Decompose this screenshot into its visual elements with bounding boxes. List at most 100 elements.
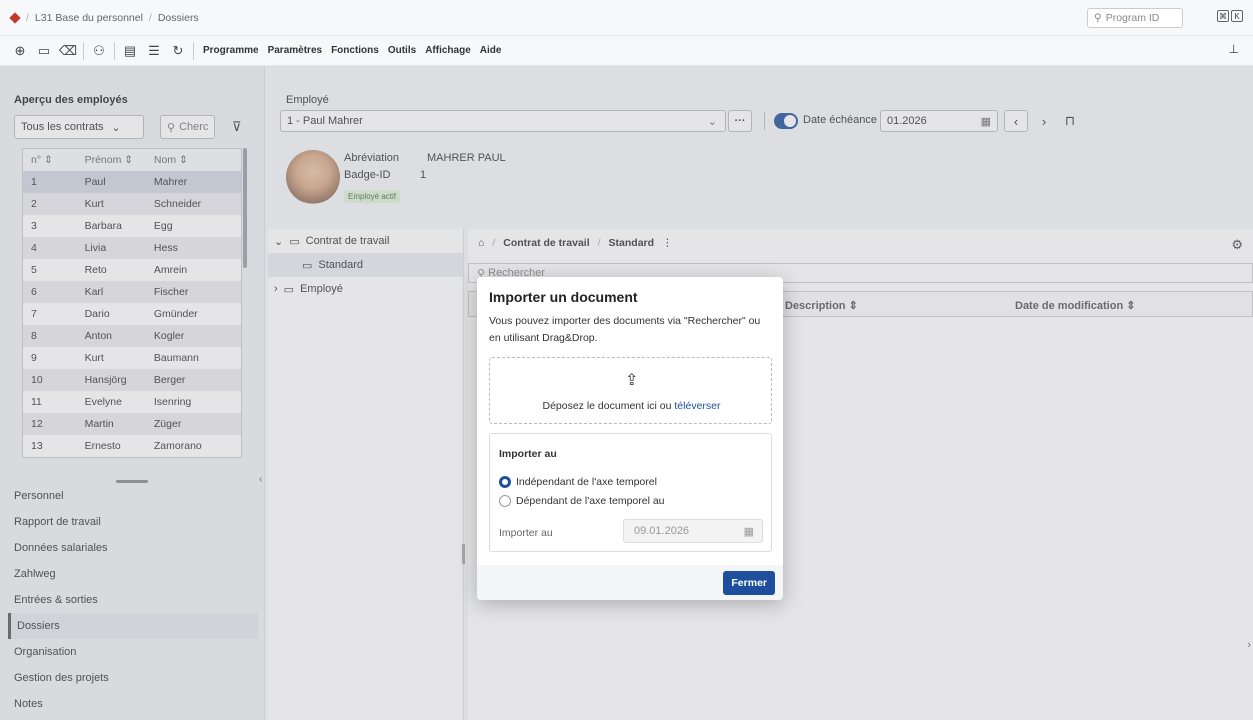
table-row[interactable]: 9 Kurt Baumann (23, 347, 241, 369)
import-date-input: 09.01.2026 ▦ (623, 519, 763, 543)
column-header-lastname[interactable]: Nom ⇕ (152, 154, 241, 166)
upload-link[interactable]: téléverser (674, 400, 720, 412)
radio-dependent[interactable]: Dépendant de l'axe temporel au (499, 493, 769, 509)
sidebar-item-dossiers[interactable]: Dossiers (8, 613, 258, 639)
expand-panel-icon[interactable]: › (1247, 639, 1251, 651)
breadcrumb-contrat[interactable]: Contrat de travail (503, 237, 589, 249)
date-input[interactable]: 01.2026 ▦ (880, 110, 998, 132)
more-vertical-icon[interactable]: ⋮ (662, 237, 673, 249)
pin-icon[interactable]: ⊥ (1229, 42, 1239, 56)
gear-icon[interactable]: ⚙ (1231, 237, 1243, 253)
cell-firstname: Anton (84, 330, 113, 342)
tree-node-standard[interactable]: ▭ Standard (268, 253, 463, 277)
import-document-dialog: Importer un document Vous pouvez importe… (477, 277, 783, 600)
menu-aide[interactable]: Aide (480, 45, 502, 56)
cell-firstname: Kurt (84, 352, 104, 364)
column-header-description[interactable]: Description ⇕ (785, 299, 858, 312)
menu-parametres[interactable]: Paramètres (268, 45, 322, 56)
user-icon[interactable]: ⚇ (87, 40, 111, 62)
file-upload-icon: ⇪ (625, 372, 639, 389)
column-header-date[interactable]: Date de modification ⇕ (1015, 299, 1135, 312)
cell-firstname: Barbara (84, 220, 122, 232)
date-toggle[interactable] (774, 113, 798, 129)
employee-select[interactable]: 1 - Paul Mahrer ⌄ (280, 110, 726, 132)
table-row[interactable]: 1 Paul Mahrer (23, 171, 241, 193)
sidebar-item-personnel[interactable]: Personnel (8, 483, 258, 509)
document-icon[interactable]: ▤ (118, 40, 142, 62)
next-button[interactable]: › (1032, 110, 1056, 132)
delete-icon[interactable]: ⌫ (56, 40, 80, 62)
breadcrumb-item-base[interactable]: L31 Base du personnel (35, 12, 143, 24)
cell-firstname: Evelyne (84, 396, 122, 408)
table-row[interactable]: 11 Evelyne Isenring (23, 391, 241, 413)
list-icon[interactable]: ☰ (142, 40, 166, 62)
menu-outils[interactable]: Outils (388, 45, 416, 56)
file-drop-zone[interactable]: ⇪ Déposez le document ici ou téléverser (489, 357, 772, 424)
program-search-input[interactable]: ⚲ Program ID (1087, 8, 1183, 28)
table-row[interactable]: 7 Dario Gmünder (23, 303, 241, 325)
save-icon[interactable]: ▭ (32, 40, 56, 62)
search-icon: ⚲ (1094, 12, 1102, 24)
column-header-firstname[interactable]: Prénom ⇕ (73, 154, 152, 166)
table-row[interactable]: 5 Reto Amrein (23, 259, 241, 281)
column-header-number[interactable]: n° ⇕ (23, 154, 73, 166)
sidebar-item-entrees[interactable]: Entrées & sorties (8, 587, 258, 613)
scrollbar[interactable] (243, 148, 247, 268)
contract-select[interactable]: Tous les contrats ⌄ (14, 115, 144, 139)
table-row[interactable]: 12 Martin Züger (23, 413, 241, 435)
sidebar-item-zahlweg[interactable]: Zahlweg (8, 561, 258, 587)
home-icon[interactable]: ⌂ (478, 237, 484, 249)
radio-independent[interactable]: Indépendant de l'axe temporel (499, 474, 769, 490)
employee-overview-panel: Aperçu des employés Tous les contrats ⌄ … (0, 66, 265, 720)
dialog-description: Vous pouvez importer des documents via "… (489, 315, 761, 344)
date-label: Date échéance (803, 114, 877, 126)
employee-search-input[interactable]: ⚲ Cherc (160, 115, 215, 139)
tree-node-employe[interactable]: › ▭ Employé (268, 277, 463, 301)
sidebar-item-projets[interactable]: Gestion des projets (8, 665, 258, 691)
refresh-icon[interactable]: ↻ (166, 40, 190, 62)
cell-firstname: Ernesto (84, 440, 121, 452)
cell-number: 2 (31, 198, 37, 210)
breadcrumb-item-dossiers[interactable]: Dossiers (158, 12, 199, 24)
cell-number: 5 (31, 264, 37, 276)
cell-lastname: Gmünder (153, 308, 198, 320)
cell-number: 10 (31, 374, 43, 386)
sidebar-item-organisation[interactable]: Organisation (8, 639, 258, 665)
lock-icon: ⊓ (1064, 113, 1076, 128)
lock-button[interactable]: ⊓ (1058, 110, 1082, 132)
table-row[interactable]: 4 Livia Hess (23, 237, 241, 259)
k-key-icon[interactable]: K (1231, 10, 1243, 22)
menu-affichage[interactable]: Affichage (425, 45, 471, 56)
sidebar-item-rapport[interactable]: Rapport de travail (8, 509, 258, 535)
chevron-left-icon: ‹ (1013, 113, 1019, 129)
radio-checked-icon (499, 476, 511, 488)
menu-programme[interactable]: Programme (203, 45, 259, 56)
cell-firstname: Dario (84, 308, 110, 320)
breadcrumb-standard[interactable]: Standard (609, 237, 655, 249)
cell-firstname: Livia (84, 242, 107, 254)
table-row[interactable]: 6 Karl Fischer (23, 281, 241, 303)
chevron-down-icon: ⌄ (111, 121, 121, 134)
cell-number: 7 (31, 308, 37, 320)
table-row[interactable]: 3 Barbara Egg (23, 215, 241, 237)
previous-button[interactable]: ‹ (1004, 110, 1028, 132)
cell-lastname: Zamorano (153, 440, 202, 452)
add-icon[interactable]: ⊕ (8, 40, 32, 62)
table-row[interactable]: 10 Hansjörg Berger (23, 369, 241, 391)
tree-node-contrat[interactable]: ⌄ ▭ Contrat de travail (268, 229, 463, 253)
filter-off-icon[interactable]: ⊽ (232, 119, 242, 135)
table-row[interactable]: 13 Ernesto Zamorano (23, 435, 241, 457)
menu-fonctions[interactable]: Fonctions (331, 45, 379, 56)
table-row[interactable]: 8 Anton Kogler (23, 325, 241, 347)
close-button[interactable]: Fermer (723, 571, 775, 595)
cell-lastname: Fischer (153, 286, 189, 298)
import-date-label: Importer au (499, 527, 553, 539)
table-row[interactable]: 2 Kurt Schneider (23, 193, 241, 215)
search-icon: ⚲ (167, 121, 176, 134)
sidebar-item-notes[interactable]: Notes (8, 691, 258, 717)
cell-lastname: Schneider (153, 198, 202, 210)
splitter-handle[interactable] (462, 544, 465, 564)
more-options-button[interactable]: ··· (728, 110, 752, 132)
sidebar-item-donnees[interactable]: Données salariales (8, 535, 258, 561)
command-key-icon[interactable]: ⌘ (1217, 10, 1229, 22)
